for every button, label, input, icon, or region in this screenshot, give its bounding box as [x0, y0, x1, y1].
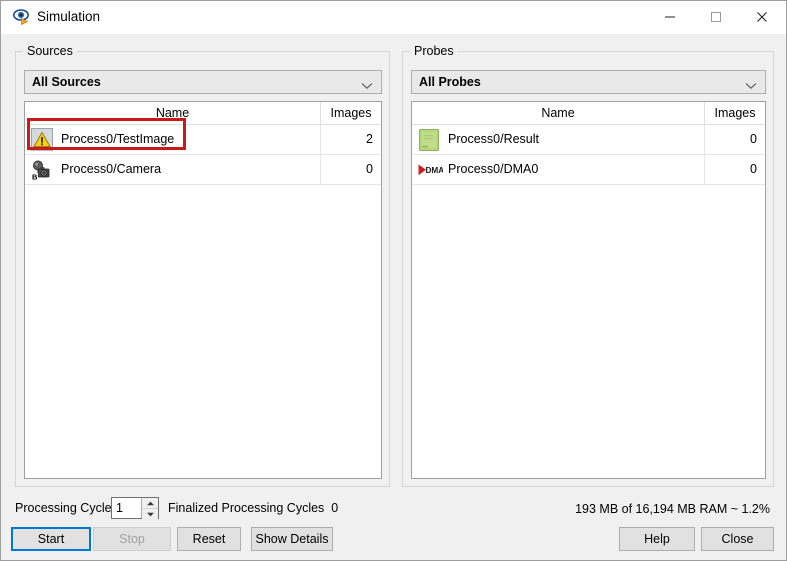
- probes-filter-dropdown[interactable]: All Probes: [411, 70, 766, 94]
- finalized-cycles-status: Finalized Processing Cycles 0: [168, 501, 338, 515]
- finalized-cycles-value: 0: [331, 501, 339, 515]
- simulation-window: Simulation Sources All Sources Name Imag: [0, 0, 787, 561]
- finalized-cycles-label: Finalized Processing Cycles: [168, 501, 325, 515]
- chevron-down-icon: [745, 79, 757, 93]
- processing-cycle-stepper[interactable]: 1: [111, 497, 159, 519]
- column-header-name[interactable]: Name: [25, 102, 320, 124]
- probes-list[interactable]: Name Images Process0/Result 0 DMA Proces…: [411, 101, 766, 479]
- stepper-buttons: [141, 498, 158, 519]
- help-button[interactable]: Help: [619, 527, 695, 551]
- source-name: Process0/TestImage: [61, 132, 175, 146]
- start-button[interactable]: Start: [11, 527, 91, 551]
- column-header-images[interactable]: Images: [704, 102, 765, 124]
- probe-name: Process0/Result: [448, 132, 540, 146]
- probe-image-count: 0: [704, 155, 765, 184]
- green-image-icon: [417, 128, 441, 152]
- processing-cycle-value: 1: [116, 501, 123, 515]
- close-button[interactable]: Close: [701, 527, 774, 551]
- source-image-count: 2: [320, 125, 381, 154]
- svg-text:DMA: DMA: [426, 166, 444, 175]
- eye-play-icon: [13, 8, 31, 26]
- sources-filter-dropdown[interactable]: All Sources: [24, 70, 382, 94]
- svg-text:B: B: [32, 173, 38, 182]
- probes-filter-value: All Probes: [419, 75, 481, 89]
- probes-group-label: Probes: [410, 44, 458, 58]
- dma-icon: DMA: [417, 158, 444, 182]
- maximize-icon[interactable]: [693, 1, 739, 33]
- camera-icon: B: [30, 158, 54, 182]
- column-header-name[interactable]: Name: [412, 102, 704, 124]
- probe-image-count: 0: [704, 125, 765, 154]
- sources-group-label: Sources: [23, 44, 77, 58]
- window-title: Simulation: [37, 9, 101, 24]
- title-bar: Simulation: [1, 1, 786, 34]
- stepper-up-icon[interactable]: [142, 498, 158, 509]
- sources-filter-value: All Sources: [32, 75, 101, 89]
- reset-button[interactable]: Reset: [177, 527, 241, 551]
- probes-group: Probes All Probes Name Images Process0/R…: [402, 44, 774, 487]
- sources-group: Sources All Sources Name Images Process0…: [15, 44, 390, 487]
- warning-triangle-icon: [30, 128, 54, 152]
- table-row[interactable]: Process0/Result 0: [412, 125, 765, 155]
- stop-button: Stop: [93, 527, 171, 551]
- sources-list[interactable]: Name Images Process0/TestImage 2 B Proce…: [24, 101, 382, 479]
- minimize-icon[interactable]: [647, 1, 693, 33]
- column-header-images[interactable]: Images: [320, 102, 381, 124]
- table-row[interactable]: Process0/TestImage 2: [25, 125, 381, 155]
- stepper-down-icon[interactable]: [142, 509, 158, 519]
- source-name: Process0/Camera: [61, 162, 162, 176]
- ram-status: 193 MB of 16,194 MB RAM ~ 1.2%: [575, 502, 770, 516]
- chevron-down-icon: [361, 79, 373, 93]
- close-icon[interactable]: [739, 1, 785, 33]
- probes-list-header: Name Images: [412, 102, 765, 125]
- table-row[interactable]: B Process0/Camera 0: [25, 155, 381, 185]
- sources-list-header: Name Images: [25, 102, 381, 125]
- table-row[interactable]: DMA Process0/DMA0 0: [412, 155, 765, 185]
- probe-name: Process0/DMA0: [448, 162, 539, 176]
- source-image-count: 0: [320, 155, 381, 184]
- show-details-button[interactable]: Show Details: [251, 527, 333, 551]
- processing-cycle-label: Processing Cycle: [15, 501, 112, 515]
